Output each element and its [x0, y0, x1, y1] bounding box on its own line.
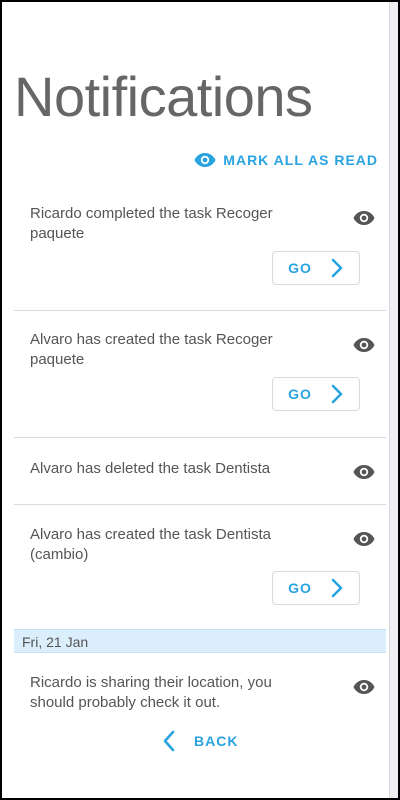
notification-item: Alvaro has created the task Dentista (ca…: [14, 505, 386, 629]
eye-icon[interactable]: [352, 333, 376, 357]
go-button[interactable]: GO: [272, 377, 360, 411]
notification-list: Ricardo completed the task Recoger paque…: [14, 188, 386, 629]
chevron-right-icon: [331, 578, 343, 598]
notification-item: Alvaro has created the task Recoger paqu…: [14, 311, 386, 438]
chevron-left-icon: [163, 730, 175, 752]
mark-all-label: MARK ALL AS READ: [223, 152, 378, 168]
eye-icon[interactable]: [352, 206, 376, 230]
notification-item: Ricardo completed the task Recoger paque…: [14, 188, 386, 311]
chevron-right-icon: [331, 258, 343, 278]
date-section-header: Fri, 21 Jan: [14, 629, 386, 653]
notification-text: Alvaro has created the task Recoger paqu…: [30, 331, 273, 368]
go-button[interactable]: GO: [272, 571, 360, 605]
mark-all-as-read-button[interactable]: MARK ALL AS READ: [193, 148, 378, 172]
notification-text: Alvaro has deleted the task Dentista: [30, 460, 271, 477]
page-title: Notifications: [14, 65, 313, 128]
notification-text: Ricardo is sharing their location, you s…: [30, 674, 272, 711]
notification-item: Alvaro has deleted the task Dentista: [14, 438, 386, 505]
go-label: GO: [288, 386, 312, 402]
go-label: GO: [288, 580, 312, 596]
notification-item: Ricardo is sharing their location, you s…: [14, 661, 386, 721]
scrollbar[interactable]: [389, 2, 398, 798]
back-label: BACK: [194, 733, 239, 749]
back-button[interactable]: BACK: [162, 730, 238, 752]
notification-text: Alvaro has created the task Dentista (ca…: [30, 526, 271, 563]
chevron-right-icon: [331, 384, 343, 404]
eye-icon: [194, 153, 216, 167]
eye-icon[interactable]: [352, 675, 376, 699]
go-button[interactable]: GO: [272, 251, 360, 285]
go-label: GO: [288, 260, 312, 276]
notifications-screen: Notifications MARK ALL AS READ Ricardo c…: [0, 0, 400, 800]
eye-icon[interactable]: [352, 460, 376, 484]
notification-text: Ricardo completed the task Recoger paque…: [30, 205, 273, 242]
eye-icon[interactable]: [352, 527, 376, 551]
